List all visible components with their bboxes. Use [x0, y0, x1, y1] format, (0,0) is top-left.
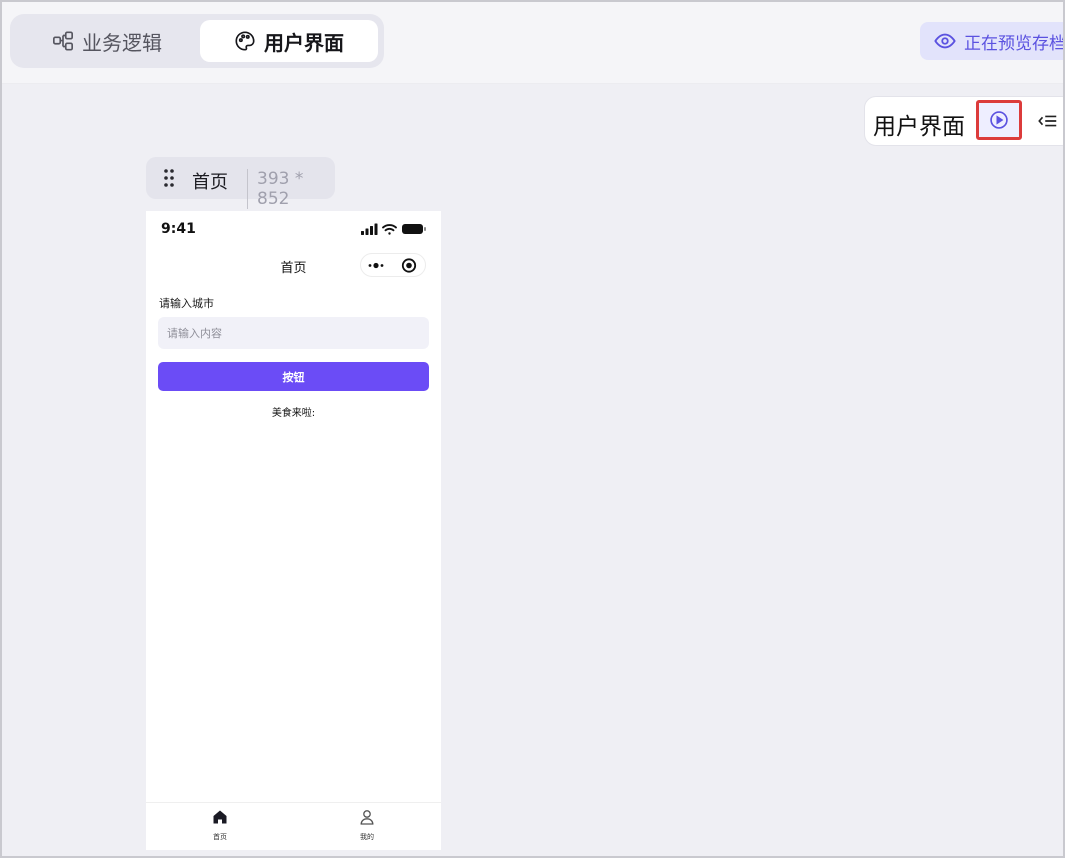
tab-business-logic-label: 业务逻辑 — [82, 30, 162, 55]
tabbar-home-label: 首页 — [213, 833, 227, 841]
tab-user-interface[interactable]: 用户界面 — [200, 20, 378, 62]
wifi-icon — [382, 224, 397, 235]
run-preview-button[interactable] — [976, 100, 1022, 140]
drag-handle-icon[interactable] — [163, 168, 175, 188]
play-circle-icon — [990, 111, 1008, 129]
status-time: 9:41 — [161, 221, 196, 237]
submit-button[interactable]: 按钮 — [158, 362, 429, 391]
phone-preview: 9:41 首页 请输入城市 请输入内容 按钮 美食来啦: 首页 我的 — [146, 211, 441, 850]
tab-user-interface-label: 用户界面 — [264, 30, 344, 55]
food-result-text: 美食来啦: — [271, 408, 316, 419]
mode-tabs: 业务逻辑 用户界面 — [10, 14, 384, 68]
city-field-label: 请输入城市 — [159, 297, 214, 310]
city-input[interactable] — [158, 317, 429, 349]
tabbar-item-mine[interactable]: 我的 — [337, 807, 397, 847]
tabbar-item-home[interactable]: 首页 — [190, 807, 250, 847]
tabbar-mine-label: 我的 — [360, 833, 374, 841]
flow-nodes-icon — [53, 31, 73, 51]
mini-program-capsule[interactable] — [360, 253, 426, 277]
status-icons — [361, 223, 426, 235]
collapse-panel-button[interactable] — [1037, 109, 1061, 133]
more-dots-icon[interactable] — [368, 262, 384, 269]
user-icon — [360, 810, 374, 825]
signal-icon — [361, 223, 378, 235]
capsule-controls — [368, 258, 417, 273]
home-icon — [213, 810, 227, 824]
battery-icon — [402, 224, 426, 234]
page-size: 393 * 852 — [247, 169, 335, 209]
page-chip[interactable]: 首页 393 * 852 — [146, 157, 335, 209]
eye-icon — [934, 33, 956, 49]
collapse-list-icon — [1038, 115, 1057, 127]
palette-icon — [235, 31, 255, 51]
preview-archive-button[interactable]: 正在预览存档 — [920, 22, 1065, 60]
close-target-icon[interactable] — [401, 258, 417, 273]
bottom-tabbar: 首页 我的 — [146, 802, 441, 850]
tab-business-logic[interactable]: 业务逻辑 — [18, 20, 196, 62]
top-bar: 业务逻辑 用户界面 正在预览存档 — [0, 0, 1065, 84]
preview-archive-label: 正在预览存档 — [964, 33, 1065, 54]
page-name: 首页 — [192, 172, 228, 193]
ui-panel-title: 用户界面 — [873, 114, 965, 140]
ui-panel-header: 用户界面 — [864, 96, 1065, 146]
